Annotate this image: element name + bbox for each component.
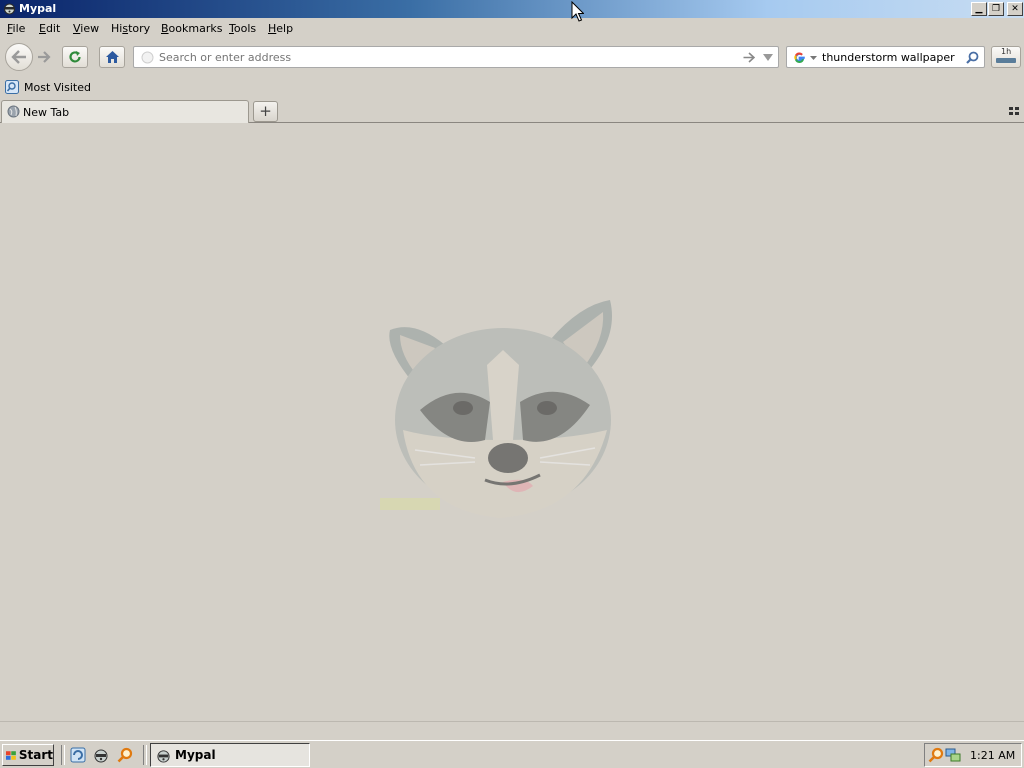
restore-icon: ❐ bbox=[991, 3, 1001, 14]
forward-arrow-icon bbox=[38, 51, 51, 63]
new-tab-button[interactable]: + bbox=[253, 101, 278, 122]
globe-icon bbox=[7, 105, 20, 118]
menu-tools[interactable]: Tools bbox=[229, 22, 256, 35]
raccoon-face-logo bbox=[380, 300, 612, 518]
home-icon bbox=[105, 51, 119, 63]
forward-button[interactable] bbox=[33, 47, 55, 67]
window-title: Mypal bbox=[19, 2, 57, 15]
search-icon[interactable] bbox=[966, 51, 979, 64]
addon-button[interactable]: 1h bbox=[991, 46, 1021, 68]
raccoon-icon[interactable] bbox=[93, 747, 109, 763]
taskbar-item-label: Mypal bbox=[175, 748, 216, 762]
search-icon[interactable] bbox=[928, 747, 944, 763]
go-arrow-icon[interactable] bbox=[743, 52, 755, 63]
clock: 1:21 AM bbox=[970, 749, 1016, 762]
taskbar-item-mypal[interactable]: Mypal bbox=[150, 743, 310, 767]
close-icon: ✕ bbox=[1011, 3, 1019, 14]
restore-button[interactable]: ❐ bbox=[988, 2, 1004, 16]
search-icon[interactable] bbox=[117, 747, 133, 763]
back-button[interactable] bbox=[5, 43, 33, 71]
close-button[interactable]: ✕ bbox=[1007, 2, 1023, 16]
reload-button[interactable] bbox=[62, 46, 88, 68]
system-tray: 1:21 AM bbox=[924, 743, 1022, 767]
back-arrow-icon bbox=[11, 50, 26, 64]
menu-history[interactable]: History bbox=[111, 22, 150, 35]
menu-file[interactable]: File bbox=[7, 22, 25, 35]
status-divider bbox=[0, 721, 1024, 722]
addon-icon-label: 1h bbox=[1001, 47, 1012, 56]
search-bar bbox=[786, 46, 985, 68]
start-button[interactable]: Start bbox=[2, 744, 54, 766]
mouse-cursor-icon bbox=[571, 1, 584, 22]
raccoon-icon bbox=[157, 749, 170, 763]
windows-logo-icon bbox=[6, 750, 16, 760]
title-bar[interactable] bbox=[0, 0, 1024, 18]
minimize-button[interactable]: ▁ bbox=[971, 2, 987, 16]
page-identity-icon bbox=[141, 51, 154, 64]
bookmark-label: Most Visited bbox=[24, 80, 91, 94]
engine-dropdown-icon[interactable] bbox=[810, 56, 817, 60]
back-forward-group bbox=[5, 43, 55, 71]
tab-label: New Tab bbox=[23, 106, 70, 119]
grid-icon[interactable] bbox=[1009, 107, 1019, 115]
menu-bar bbox=[0, 19, 1024, 39]
url-dropdown-icon[interactable] bbox=[763, 54, 773, 61]
network-icon[interactable] bbox=[945, 747, 961, 763]
bookmarks-toolbar bbox=[0, 78, 1024, 98]
bookmark-most-visited[interactable]: Most Visited bbox=[5, 80, 91, 94]
raccoon-app-icon bbox=[4, 3, 15, 15]
minimize-icon: ▁ bbox=[975, 3, 983, 14]
home-button[interactable] bbox=[99, 46, 125, 68]
taskbar-separator bbox=[143, 745, 147, 765]
plus-icon: + bbox=[259, 102, 272, 120]
taskbar-separator bbox=[61, 745, 65, 765]
search-input[interactable] bbox=[822, 50, 962, 64]
menu-edit[interactable]: Edit bbox=[39, 22, 60, 35]
addon-icon: 1h bbox=[995, 47, 1017, 65]
tab-new-tab[interactable]: New Tab bbox=[1, 100, 249, 123]
menu-help[interactable]: Help bbox=[268, 22, 293, 35]
bookmark-folder-icon bbox=[5, 80, 19, 94]
menu-view[interactable]: View bbox=[73, 22, 99, 35]
start-label: Start bbox=[18, 748, 53, 762]
menu-bookmarks[interactable]: Bookmarks bbox=[161, 22, 222, 35]
browser-icon[interactable] bbox=[70, 747, 86, 763]
address-input[interactable] bbox=[159, 50, 739, 64]
google-icon[interactable] bbox=[793, 51, 806, 64]
address-bar bbox=[133, 46, 779, 68]
reload-icon bbox=[69, 51, 81, 63]
